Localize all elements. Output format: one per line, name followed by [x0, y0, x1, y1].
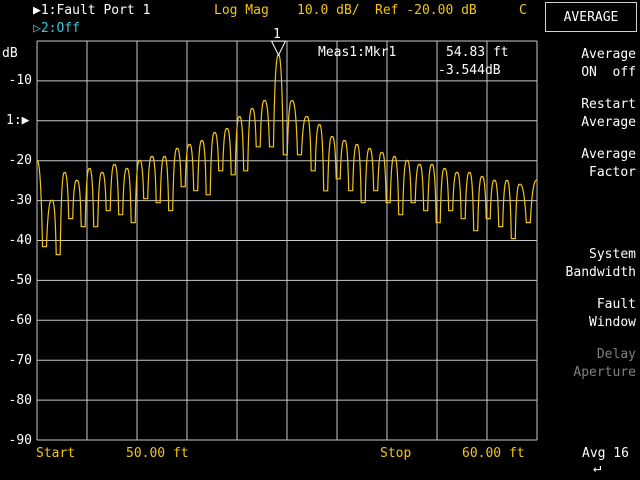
softkey-label: System — [589, 247, 636, 262]
delay-aperture-softkey[interactable]: Delay Aperture — [540, 346, 636, 382]
stop-label: Stop — [380, 446, 412, 461]
softkey-label: Restart — [581, 97, 636, 112]
marker-1 — [270, 40, 287, 57]
channel1-label: ▶1:Fault Port 1 — [33, 3, 151, 18]
cal-indicator: C — [519, 3, 527, 18]
softkey-label: Delay — [596, 347, 636, 362]
start-value: 50.00 ft — [126, 446, 189, 461]
system-bandwidth-softkey[interactable]: System Bandwidth — [540, 246, 636, 282]
softkey-label: Window — [589, 315, 636, 330]
marker-triangle — [270, 40, 287, 57]
marker-number: 1 — [273, 27, 281, 42]
average-factor-softkey[interactable]: Average Factor — [540, 146, 636, 182]
average-count-status: Avg 16 — [582, 446, 629, 461]
marker-name: Meas1:Mkr1 — [318, 45, 397, 60]
y-tick-label: -60 — [8, 313, 32, 328]
y-tick-label: -40 — [8, 233, 32, 248]
format-label: Log Mag — [214, 3, 269, 18]
scale-label: 10.0 dB/ — [297, 3, 360, 18]
softkey-label: Bandwidth — [565, 265, 636, 280]
y-tick-label: -30 — [8, 193, 32, 208]
fault-window-softkey[interactable]: Fault Window — [540, 296, 636, 332]
start-label: Start — [36, 446, 76, 461]
softkey-label: Fault — [596, 297, 636, 312]
softkey-label: Factor — [589, 165, 636, 180]
plot-grid — [36, 40, 538, 441]
softkey-label: Average — [581, 147, 636, 162]
y-tick-label: -80 — [8, 393, 32, 408]
softkey-label: Aperture — [573, 365, 636, 380]
softkey-label: Average — [581, 47, 636, 62]
softkey-menu-title: AVERAGE — [545, 2, 637, 32]
restart-average-softkey[interactable]: Restart Average — [540, 96, 636, 132]
y-tick-label: -20 — [8, 153, 32, 168]
softkey-label: ON off — [581, 65, 636, 80]
average-toggle-softkey[interactable]: Average ON off — [540, 46, 636, 82]
y-tick-label: -90 — [8, 433, 32, 448]
marker-position: 54.83 ft — [446, 45, 509, 60]
y-tick-label: -50 — [8, 273, 32, 288]
y-unit-label: dB — [2, 46, 18, 61]
return-icon[interactable]: ↵ — [593, 460, 601, 476]
y-tick-label: -10 — [8, 73, 32, 88]
reference-label: Ref -20.00 dB — [375, 3, 477, 18]
y-tick-label: -70 — [8, 353, 32, 368]
reference-marker: 1:▶ — [6, 113, 30, 128]
marker-value: -3.544dB — [438, 63, 501, 78]
channel2-label: ▷2:Off — [33, 21, 80, 36]
softkey-label: Average — [581, 115, 636, 130]
stop-value: 60.00 ft — [462, 446, 525, 461]
